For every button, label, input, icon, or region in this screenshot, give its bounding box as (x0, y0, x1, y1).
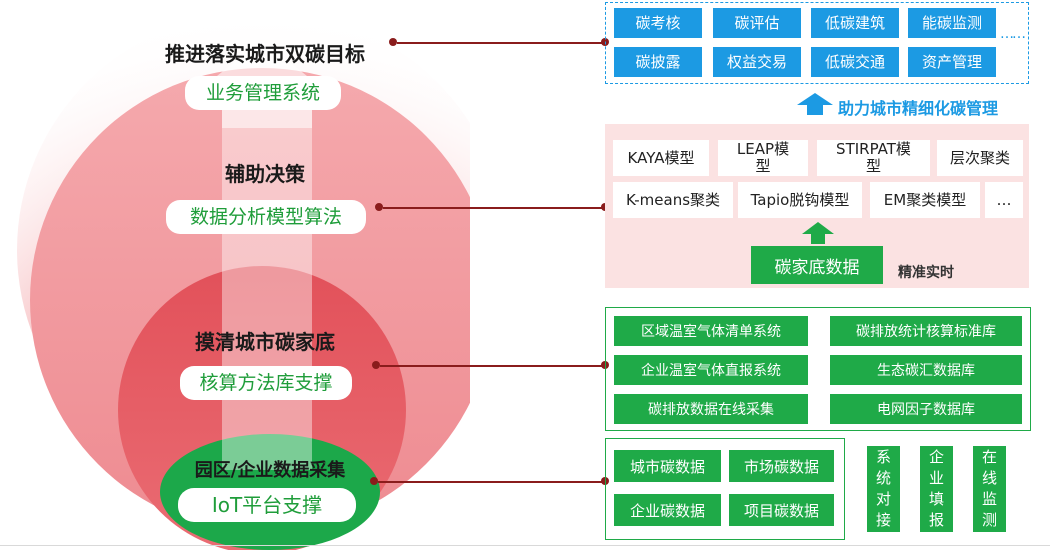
upward-arrow-bands (222, 100, 312, 470)
up-arrow-icon (797, 93, 833, 115)
business-more-dots: …… (1000, 26, 1026, 42)
collection-item[interactable]: 城市碳数据 (614, 450, 721, 482)
connector-line (380, 365, 604, 367)
collection-method[interactable]: 系 统 对 接 (867, 446, 900, 532)
model-item[interactable]: LEAP模型 (718, 140, 808, 176)
model-item[interactable]: K-means聚类 (613, 182, 733, 218)
collection-method[interactable]: 企 业 填 报 (920, 446, 953, 532)
accounting-item[interactable]: 企业温室气体直报系统 (614, 355, 808, 385)
collection-method[interactable]: 在 线 监 测 (973, 446, 1006, 532)
level-title-collection: 园区/企业数据采集 (194, 460, 346, 481)
business-item[interactable]: 低碳交通 (811, 47, 899, 77)
connector-line (383, 207, 605, 209)
connector-line (397, 42, 605, 44)
base-data-button[interactable]: 碳家底数据 (751, 246, 883, 284)
accounting-item[interactable]: 碳排放统计核算标准库 (830, 316, 1022, 346)
accounting-item[interactable]: 电网因子数据库 (830, 394, 1022, 424)
level-title-decision: 辅助决策 (225, 162, 305, 186)
up-arrow-icon (802, 222, 834, 244)
accounting-item[interactable]: 区域温室气体清单系统 (614, 316, 808, 346)
accounting-item[interactable]: 碳排放数据在线采集 (614, 394, 808, 424)
connector-dot (370, 477, 378, 485)
collection-item[interactable]: 企业碳数据 (614, 494, 721, 526)
pill-analysis-models: 数据分析模型算法 (166, 200, 366, 234)
connector-dot (372, 361, 380, 369)
business-item[interactable]: 低碳建筑 (811, 8, 899, 38)
business-item[interactable]: 碳评估 (713, 8, 801, 38)
collection-item[interactable]: 项目碳数据 (729, 494, 834, 526)
pill-accounting-methods: 核算方法库支撑 (180, 366, 352, 400)
connector-dot (375, 203, 383, 211)
pill-business-system: 业务管理系统 (185, 76, 341, 110)
model-item[interactable]: KAYA模型 (613, 140, 709, 176)
connector-line (378, 481, 604, 483)
model-item[interactable]: Tapio脱钩模型 (738, 182, 862, 218)
models-more: … (985, 182, 1023, 218)
model-item[interactable]: EM聚类模型 (870, 182, 980, 218)
business-item[interactable]: 碳披露 (614, 47, 702, 77)
pill-iot-platform: IoT平台支撑 (178, 488, 356, 522)
level-title-baseline: 摸清城市碳家底 (195, 330, 335, 354)
model-item[interactable]: STIRPAT模型 (817, 140, 930, 176)
business-item[interactable]: 碳考核 (614, 8, 702, 38)
business-arrow-label: 助力城市精细化碳管理 (838, 99, 999, 118)
model-item[interactable]: 层次聚类 (937, 140, 1023, 176)
collection-item[interactable]: 市场碳数据 (729, 450, 834, 482)
connector-dot (389, 38, 397, 46)
business-item[interactable]: 能碳监测 (908, 8, 996, 38)
bottom-divider (0, 545, 1050, 546)
level-title-goal: 推进落实城市双碳目标 (165, 42, 365, 66)
accounting-item[interactable]: 生态碳汇数据库 (830, 355, 1022, 385)
realtime-label: 精准实时 (898, 265, 954, 281)
business-item[interactable]: 资产管理 (908, 47, 996, 77)
business-item[interactable]: 权益交易 (713, 47, 801, 77)
